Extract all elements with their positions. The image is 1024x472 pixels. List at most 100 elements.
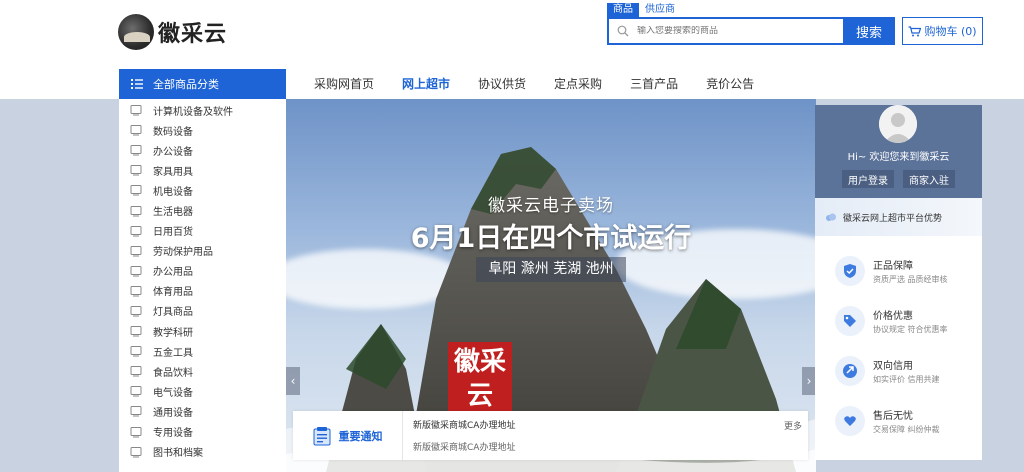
notice-list: 新版徽采商城CA办理地址 新版徽采商城CA办理地址 — [403, 418, 808, 453]
category-label: 食品饮料 — [153, 367, 193, 379]
lamp-icon — [130, 305, 142, 317]
category-item[interactable]: 办公用品 — [119, 261, 286, 281]
category-item[interactable]: 计算机设备及软件 — [119, 100, 286, 120]
exchange-icon — [835, 356, 865, 386]
advantage-desc: 资质严选 品质经审核 — [873, 275, 948, 284]
category-label: 图书和档案 — [153, 448, 203, 460]
category-item[interactable]: 五金工具 — [119, 341, 286, 361]
category-label: 教学科研 — [153, 327, 193, 339]
search-tab-products[interactable]: 商品 — [607, 3, 639, 17]
banner-cities: 阜阳 滁州 芜湖 池州 — [476, 257, 626, 282]
advantage-desc: 协议规定 符合优惠率 — [873, 325, 948, 334]
category-label: 数码设备 — [153, 126, 193, 138]
category-item[interactable]: 机电设备 — [119, 180, 286, 200]
notice-more-link[interactable]: 更多 — [784, 419, 802, 432]
search-box — [607, 17, 843, 45]
category-label: 灯具商品 — [153, 307, 193, 319]
banner-title: 6月1日在四个市试运行 — [410, 223, 692, 254]
seal-text: 徽采云 — [453, 347, 506, 411]
safety-icon — [130, 245, 142, 257]
general-equipment-icon — [130, 406, 142, 417]
logo-text: 徽采云 — [158, 21, 228, 47]
search-input[interactable] — [637, 26, 837, 36]
carousel-next-button[interactable]: › — [802, 367, 816, 395]
category-label: 专用设备 — [153, 428, 193, 440]
advantage-item: 双向信用 如实评价 信用共建 — [835, 356, 940, 386]
category-label: 日用百货 — [153, 227, 193, 239]
advantages-header: 徽采云网上超市平台优势 — [815, 198, 982, 236]
nav-item-agreement-supply[interactable]: 协议供货 — [464, 70, 540, 98]
category-item[interactable]: 食品饮料 — [119, 361, 286, 381]
tools-icon — [130, 346, 142, 357]
search-tab-suppliers[interactable]: 供应商 — [639, 3, 681, 17]
office-supplies-icon — [130, 265, 142, 277]
cart-label: 购物车 (0) — [924, 25, 977, 38]
category-item[interactable]: 家具用具 — [119, 160, 286, 180]
machine-icon — [130, 185, 142, 196]
notice-bar: 重要通知 新版徽采商城CA办理地址 新版徽采商城CA办理地址 更多 — [293, 411, 808, 460]
special-equipment-icon — [130, 426, 142, 438]
login-button[interactable]: 用户登录 — [842, 170, 894, 188]
nav-item-online-market[interactable]: 网上超市 — [388, 70, 464, 98]
food-icon — [130, 366, 142, 377]
category-label: 电气设备 — [153, 387, 193, 399]
category-label: 五金工具 — [153, 347, 193, 359]
category-item[interactable]: 体育用品 — [119, 281, 286, 301]
electric-icon — [130, 386, 142, 397]
category-item[interactable]: 办公设备 — [119, 140, 286, 160]
notice-item[interactable]: 新版徽采商城CA办理地址 — [413, 440, 808, 453]
category-item[interactable]: 日用百货 — [119, 221, 286, 241]
category-item[interactable]: 教学科研 — [119, 321, 286, 341]
cart-icon — [908, 25, 922, 36]
avatar — [879, 105, 917, 143]
all-categories-header[interactable]: 全部商品分类 — [119, 69, 286, 99]
category-label: 办公设备 — [153, 146, 193, 158]
printer-icon — [130, 145, 142, 156]
category-item[interactable]: 专用设备 — [119, 422, 286, 442]
main-nav: 采购网首页 网上超市 协议供货 定点采购 三首产品 竞价公告 — [300, 70, 768, 98]
list-icon — [131, 79, 143, 89]
category-label: 生活电器 — [153, 207, 193, 219]
heart-hands-icon — [835, 406, 865, 436]
user-panel: Hi~ 欢迎您来到徽采云 用户登录 商家入驻 — [815, 105, 982, 198]
book-icon — [130, 446, 142, 458]
advantage-title: 价格优惠 — [873, 311, 913, 322]
category-label: 劳动保护用品 — [153, 247, 213, 259]
search-tabs: 商品 供应商 — [607, 3, 681, 17]
advantage-item: 价格优惠协议规定 符合优惠率 — [835, 306, 948, 336]
camera-icon — [130, 125, 142, 136]
category-label: 通用设备 — [153, 407, 193, 419]
category-label: 计算机设备及软件 — [153, 106, 233, 118]
category-item[interactable]: 生活电器 — [119, 200, 286, 220]
category-item[interactable]: 电气设备 — [119, 381, 286, 401]
category-item[interactable]: 劳动保护用品 — [119, 241, 286, 261]
appliance-icon — [130, 205, 142, 217]
advantages-panel: 徽采云网上超市平台优势 正品保障资质严选 品质经审核 价格优惠协议规定 符合优惠… — [815, 198, 982, 460]
carousel-prev-button[interactable]: ‹ — [286, 367, 300, 395]
advantages-title: 徽采云网上超市平台优势 — [843, 213, 943, 224]
nav-item-designated-purchase[interactable]: 定点采购 — [540, 70, 616, 98]
category-item[interactable]: 图书和档案 — [119, 442, 286, 462]
category-item[interactable]: 数码设备 — [119, 120, 286, 140]
cart-button[interactable]: 购物车 (0) — [902, 17, 983, 45]
welcome-text: Hi~ 欢迎您来到徽采云 — [847, 152, 950, 163]
nav-item-first-products[interactable]: 三首产品 — [616, 70, 692, 98]
merchant-join-button[interactable]: 商家入驻 — [903, 170, 955, 188]
price-tag-icon — [835, 306, 865, 336]
nav-item-home[interactable]: 采购网首页 — [300, 70, 388, 98]
advantage-item: 售后无忧 交易保障 纠纷仲裁 — [835, 406, 940, 436]
search-button[interactable]: 搜索 — [843, 17, 895, 45]
category-label: 机电设备 — [153, 186, 193, 198]
nav-item-bidding[interactable]: 竞价公告 — [692, 70, 768, 98]
furniture-icon — [130, 165, 142, 176]
advantage-desc: 交易保障 纠纷仲裁 — [873, 425, 940, 434]
logo[interactable]: 徽采云 — [118, 12, 234, 52]
advantage-title: 正品保障 — [873, 261, 913, 272]
category-label: 体育用品 — [153, 287, 193, 299]
advantage-title: 双向信用 — [873, 361, 913, 372]
sports-icon — [130, 285, 142, 297]
category-item[interactable]: 通用设备 — [119, 401, 286, 421]
notice-item[interactable]: 新版徽采商城CA办理地址 — [413, 418, 808, 431]
category-item[interactable]: 灯具商品 — [119, 301, 286, 321]
banner-seal: 徽采云 — [448, 342, 512, 416]
